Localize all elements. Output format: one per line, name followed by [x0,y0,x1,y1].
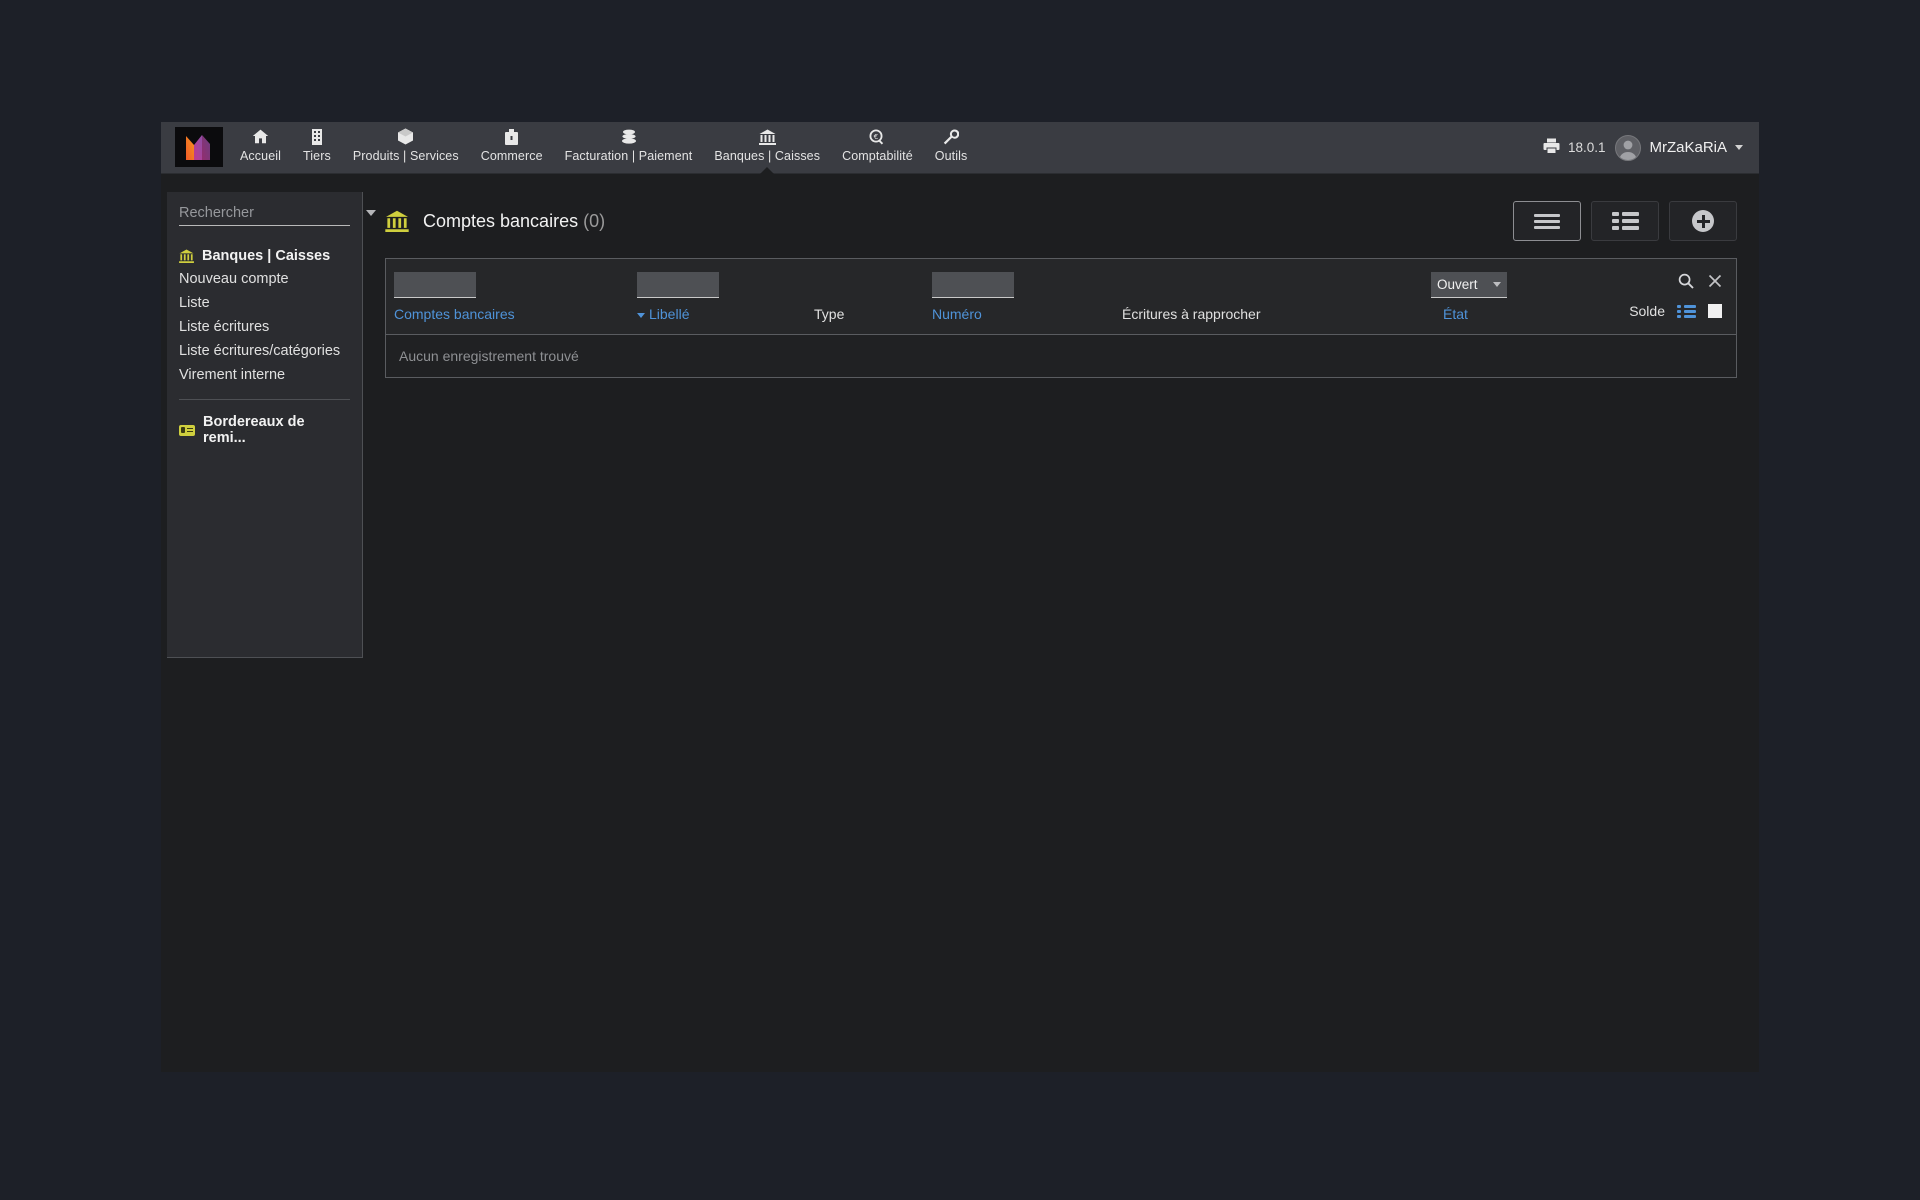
user-menu[interactable]: MrZaKaRiA [1615,135,1743,161]
magnifier-euro-icon: € [869,127,885,146]
box-icon [397,127,414,146]
sort-desc-icon [637,313,645,318]
search-icon[interactable] [1678,273,1694,289]
bank-icon [759,127,776,146]
application-window: Accueil Tiers [161,122,1759,1072]
version-label: 18.0.1 [1568,140,1606,155]
bank-icon [385,210,409,232]
sidebar-item-banques-caisses[interactable]: Banques | Caisses [167,245,362,267]
nav-item-outils[interactable]: Outils [924,122,979,173]
nav-label-tiers: Tiers [303,149,331,163]
sidebar-item-bordereaux-de-remise[interactable]: Bordereaux de remi... [167,411,362,449]
column-label-type: Type [814,306,844,322]
home-icon [252,127,269,146]
nav-item-commerce[interactable]: Commerce [470,122,554,173]
table-empty-row: Aucun enregistrement trouvé [386,335,1736,377]
column-label-etat[interactable]: État [1443,306,1468,322]
nav-label-outils: Outils [935,149,968,163]
close-x-icon[interactable] [1708,274,1722,288]
bank-icon [179,249,194,263]
column-label-libelle-text: Libellé [649,306,689,322]
nav-item-accueil[interactable]: Accueil [229,122,292,173]
empty-message: Aucun enregistrement trouvé [399,348,579,364]
main-content: Comptes bancaires (0) [363,174,1759,378]
nav-label-commerce: Commerce [481,149,543,163]
plus-circle-icon [1692,210,1714,232]
search-input[interactable] [179,205,366,221]
sidebar-link-nouveau-compte[interactable]: Nouveau compte [167,267,362,291]
sidebar-divider [179,399,350,400]
column-label-ecritures-a-rapprocher: Écritures à rapprocher [1122,306,1261,322]
nav-item-comptabilite[interactable]: € Comptabilité [831,122,924,173]
column-label-numero[interactable]: Numéro [932,306,982,322]
detail-view-button[interactable] [1591,201,1659,241]
nav-label-comptabilite: Comptabilité [842,149,913,163]
page-title: Comptes bancaires (0) [423,211,605,232]
sidebar-link-virement-interne[interactable]: Virement interne [167,363,362,387]
wrench-icon [943,127,959,146]
dolibarr-m-logo[interactable] [175,127,223,167]
body-area: Banques | Caisses Nouveau compte Liste L… [161,174,1759,658]
sidebar-section-banques: Banques | Caisses Nouveau compte Liste L… [167,245,362,387]
chevron-down-icon [1735,145,1743,150]
list-settings-icon[interactable] [1677,305,1696,318]
printer-icon[interactable] [1543,138,1560,157]
avatar [1615,135,1641,161]
filter-etat-value: Ouvert [1437,277,1478,292]
svg-text:€: € [874,133,878,141]
grid-list-icon [1612,212,1639,230]
user-name-label: MrZaKaRiA [1649,139,1727,156]
briefcase-icon [504,127,519,146]
nav-item-banques-caisses[interactable]: Banques | Caisses [703,122,831,173]
hamburger-icon [1534,211,1560,232]
add-button[interactable] [1669,201,1737,241]
nav-label-facturation-paiement: Facturation | Paiement [565,149,693,163]
logo-glyph [184,133,214,161]
sidebar-search[interactable] [179,205,350,226]
sidebar: Banques | Caisses Nouveau compte Liste L… [167,192,363,658]
sidebar-section-bordereaux: Bordereaux de remi... [167,411,362,449]
chevron-down-icon [1493,282,1501,287]
column-label-libelle[interactable]: Libellé [637,306,689,322]
nav-item-tiers[interactable]: Tiers [292,122,342,173]
table-row-tools: Solde [1629,303,1722,319]
table-header: Ouvert [386,259,1736,335]
nav-right-tools: 18.0.1 MrZaKaRiA [1543,122,1759,173]
page-title-text: Comptes bancaires [423,211,578,231]
column-label-comptes-bancaires[interactable]: Comptes bancaires [394,306,515,322]
bank-accounts-table: Ouvert [385,258,1737,378]
top-navigation-bar: Accueil Tiers [161,122,1759,174]
table-search-tools [1678,273,1722,289]
coins-icon [621,127,637,146]
sidebar-section2-label: Bordereaux de remi... [203,414,350,446]
version-indicator[interactable]: 18.0.1 [1543,138,1606,157]
building-icon [311,127,323,146]
nav-item-produits-services[interactable]: Produits | Services [342,122,470,173]
sidebar-link-liste[interactable]: Liste [167,291,362,315]
sidebar-link-liste-ecritures[interactable]: Liste écritures [167,315,362,339]
page-action-buttons [1513,201,1737,241]
column-label-solde: Solde [1629,303,1665,319]
filter-numero[interactable] [932,272,1014,298]
nav-label-produits-services: Produits | Services [353,149,459,163]
nav-label-banques-caisses: Banques | Caisses [714,149,820,163]
sidebar-section-label: Banques | Caisses [202,248,330,264]
filter-libelle[interactable] [637,272,719,298]
nav-label-accueil: Accueil [240,149,281,163]
page-record-count: (0) [583,211,605,231]
nav-item-facturation-paiement[interactable]: Facturation | Paiement [554,122,704,173]
filter-etat-select[interactable]: Ouvert [1431,272,1507,298]
select-all-checkbox[interactable] [1708,304,1722,318]
sidebar-link-liste-ecritures-categories[interactable]: Liste écritures/catégories [167,339,362,363]
filter-comptes-bancaires[interactable] [394,272,476,298]
nav-items: Accueil Tiers [229,122,978,173]
receipt-icon [179,425,195,436]
list-view-button[interactable] [1513,201,1581,241]
page-header: Comptes bancaires (0) [385,192,1737,250]
